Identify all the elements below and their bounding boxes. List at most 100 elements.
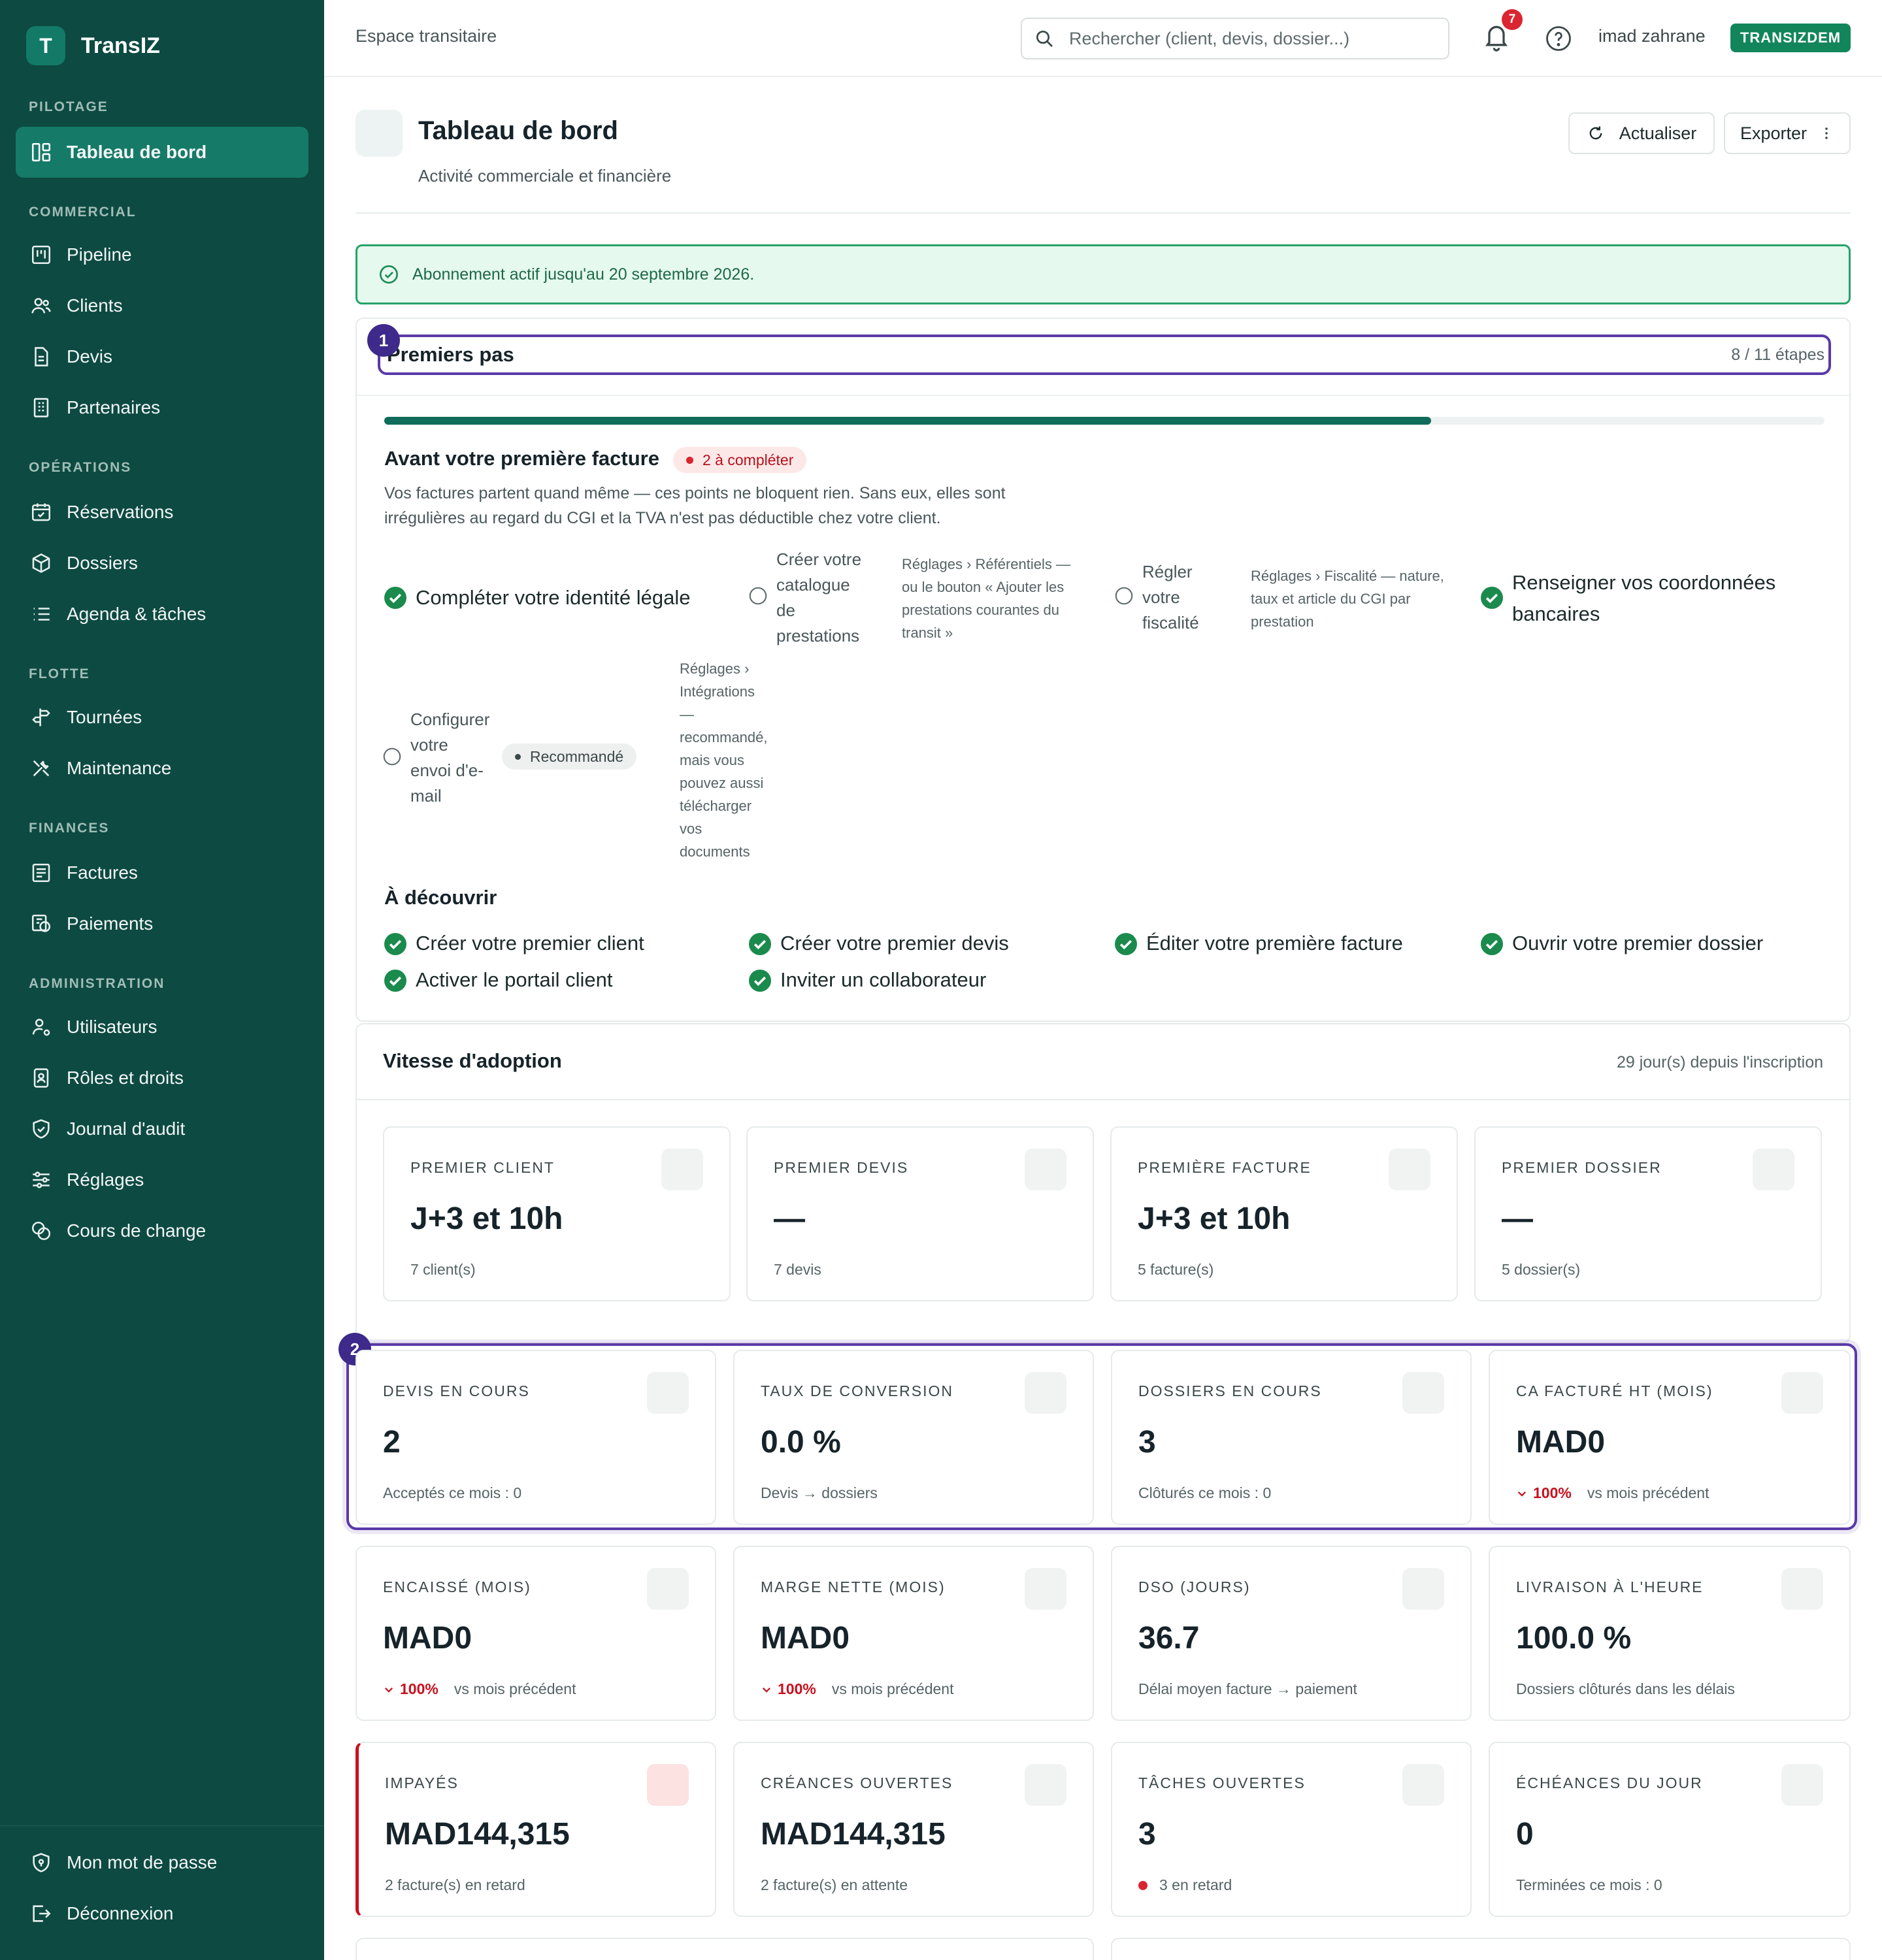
sidebar-item-label: Devis (67, 346, 113, 367)
search-input[interactable] (1069, 28, 1435, 49)
card-icon (1753, 1149, 1794, 1190)
hint-line: Réglages › Fiscalité — nature, (1251, 568, 1444, 584)
card-value: 36.7 (1138, 1621, 1200, 1656)
card-sub: Terminées ce mois : 0 (1516, 1876, 1662, 1893)
sidebar-item-utilisateurs[interactable]: Utilisateurs (16, 1002, 308, 1053)
sidebar-item-agenda[interactable]: Agenda & tâches (16, 589, 308, 640)
page-icon (355, 110, 403, 157)
kpi-card-dso[interactable]: DSO (JOURS) 36.7 Délai moyen facture → p… (1111, 1546, 1472, 1721)
kpi-card-encaisse[interactable]: ENCAISSÉ (MOIS) MAD0 100% vs mois précéd… (355, 1546, 716, 1721)
page-title: Tableau de bord (418, 116, 618, 145)
sidebar-item-dossiers[interactable]: Dossiers (16, 538, 308, 589)
sidebar-item-audit[interactable]: Journal d'audit (16, 1103, 308, 1154)
card-sub: 5 dossier(s) (1502, 1261, 1581, 1278)
discover-item-client[interactable]: Créer votre premier client (416, 932, 644, 955)
trend-caption: vs mois précédent (1587, 1484, 1709, 1501)
discover-item-facture[interactable]: Éditer votre première facture (1146, 932, 1403, 955)
bottom-panel-right (1111, 1938, 1851, 1960)
step-fiscal-hint: Réglages › Fiscalité — nature, taux et a… (1251, 564, 1444, 633)
sidebar-item-partenaires[interactable]: Partenaires (16, 382, 308, 433)
sidebar-divider (0, 1825, 324, 1826)
sidebar-item-devis[interactable]: Devis (16, 331, 308, 382)
card-icon (1402, 1372, 1444, 1414)
refresh-button[interactable]: Actualiser (1568, 112, 1715, 154)
card-sub: Clôturés ce mois : 0 (1138, 1484, 1272, 1501)
card-label: TAUX DE CONVERSION (761, 1382, 953, 1399)
check-done-icon (1481, 933, 1503, 955)
adoption-card-client[interactable]: PREMIER CLIENT J+3 et 10h 7 client(s) (383, 1126, 731, 1301)
kpi-card-dossiers-en-cours[interactable]: DOSSIERS EN COURS 3 Clôturés ce mois : 0 (1111, 1350, 1472, 1525)
sidebar-item-factures[interactable]: Factures (16, 847, 308, 898)
onboarding-header[interactable]: Premiers pas 8 / 11 étapes (378, 335, 1831, 375)
kpi-card-marge-nette[interactable]: MARGE NETTE (MOIS) MAD0 100% vs mois pré… (733, 1546, 1094, 1721)
kpi-card-livraison[interactable]: LIVRAISON À L'HEURE 100.0 % Dossiers clô… (1489, 1546, 1851, 1721)
adoption-card-facture[interactable]: PREMIÈRE FACTURE J+3 et 10h 5 facture(s) (1110, 1126, 1458, 1301)
sidebar-item-cours-de-change[interactable]: Cours de change (16, 1205, 308, 1256)
app-name: TransIZ (81, 33, 160, 58)
search-box[interactable] (1021, 18, 1449, 59)
trend: 100% (383, 1680, 438, 1698)
sidebar-item-reglages[interactable]: Réglages (16, 1154, 308, 1205)
sidebar-item-dashboard[interactable]: Tableau de bord (16, 127, 308, 178)
discover-item-portail[interactable]: Activer le portail client (416, 968, 613, 992)
card-value: MAD0 (761, 1621, 850, 1656)
card-label: DEVIS EN COURS (383, 1382, 530, 1399)
discover-item-devis[interactable]: Créer votre premier devis (780, 932, 1009, 955)
hint-line: pouvez aussi (680, 775, 764, 791)
check-done-icon (1115, 933, 1137, 955)
nav-section-finances: FINANCES (29, 821, 110, 836)
step-email[interactable]: Configurer votre envoi d'e- mail (410, 707, 489, 809)
radio-empty-icon[interactable] (1115, 587, 1133, 605)
step-line: catalogue (776, 575, 850, 595)
step-catalogue[interactable]: Créer votre catalogue de prestations (776, 547, 861, 649)
kpi-card-taux-conversion[interactable]: TAUX DE CONVERSION 0.0 % Devis → dossier… (733, 1350, 1094, 1525)
card-icon (661, 1149, 703, 1190)
adoption-card-devis[interactable]: PREMIER DEVIS — 7 devis (746, 1126, 1094, 1301)
export-button[interactable]: Exporter (1724, 112, 1851, 154)
radio-empty-icon[interactable] (749, 587, 767, 605)
kpi-card-taches[interactable]: TÂCHES OUVERTES 3 3 en retard (1111, 1742, 1472, 1917)
tenant-badge[interactable]: TRANSIZDEM (1730, 24, 1851, 52)
check-done-icon (749, 970, 771, 992)
sidebar-item-roles[interactable]: Rôles et droits (16, 1053, 308, 1103)
chevron-down-icon (762, 1687, 771, 1693)
sidebar-item-maintenance[interactable]: Maintenance (16, 743, 308, 794)
kpi-card-echeances[interactable]: ÉCHÉANCES DU JOUR 0 Terminées ce mois : … (1489, 1742, 1851, 1917)
hint-line: vos (680, 821, 702, 837)
card-value: J+3 et 10h (410, 1201, 563, 1236)
card-value: MAD0 (1516, 1425, 1606, 1460)
sidebar-item-label: Journal d'audit (67, 1119, 186, 1139)
sidebar-item-label: Utilisateurs (67, 1017, 157, 1037)
nav-section-administration: ADMINISTRATION (29, 976, 165, 991)
card-value: MAD144,315 (385, 1817, 570, 1852)
sidebar-item-logout[interactable]: Déconnexion (16, 1888, 308, 1939)
kpi-card-impayes[interactable]: IMPAYÉS MAD144,315 2 facture(s) en retar… (355, 1742, 716, 1917)
step-bank[interactable]: Renseigner vos coordonnées bancaires (1512, 567, 1775, 630)
sidebar-item-reservations[interactable]: Réservations (16, 487, 308, 538)
kpi-card-creances[interactable]: CRÉANCES OUVERTES MAD144,315 2 facture(s… (733, 1742, 1094, 1917)
card-label: PREMIER CLIENT (410, 1159, 555, 1176)
step-identity[interactable]: Compléter votre identité légale (416, 582, 690, 613)
discover-item-dossier[interactable]: Ouvrir votre premier dossier (1512, 932, 1763, 955)
sliders-icon (33, 1171, 50, 1188)
sidebar-item-password[interactable]: Mon mot de passe (16, 1837, 308, 1888)
kpi-card-devis-en-cours[interactable]: DEVIS EN COURS 2 Acceptés ce mois : 0 (355, 1350, 716, 1525)
description-line: irrégulières au regard du CGI et la TVA … (384, 509, 941, 527)
refresh-label: Actualiser (1619, 123, 1697, 143)
user-menu[interactable]: imad zahrane (1598, 26, 1706, 46)
brand[interactable]: T TransIZ (26, 26, 160, 65)
help-icon[interactable] (1545, 25, 1572, 52)
adoption-card-dossier[interactable]: PREMIER DOSSIER — 5 dossier(s) (1474, 1126, 1822, 1301)
discover-item-collaborateur[interactable]: Inviter un collaborateur (780, 968, 986, 992)
sidebar-item-clients[interactable]: Clients (16, 280, 308, 331)
card-icon (1781, 1372, 1823, 1414)
kpi-card-ca-facture[interactable]: CA FACTURÉ HT (MOIS) MAD0 100% vs mois p… (1489, 1350, 1851, 1525)
trend-caption: vs mois précédent (831, 1680, 954, 1697)
sidebar-item-tournees[interactable]: Tournées (16, 692, 308, 743)
sidebar-item-pipeline[interactable]: Pipeline (16, 229, 308, 280)
sidebar-item-paiements[interactable]: Paiements (16, 898, 308, 949)
payment-icon (31, 914, 51, 932)
step-fiscal[interactable]: Régler votre fiscalité (1142, 559, 1199, 636)
refresh-icon (1589, 126, 1602, 140)
radio-empty-icon[interactable] (383, 747, 401, 766)
